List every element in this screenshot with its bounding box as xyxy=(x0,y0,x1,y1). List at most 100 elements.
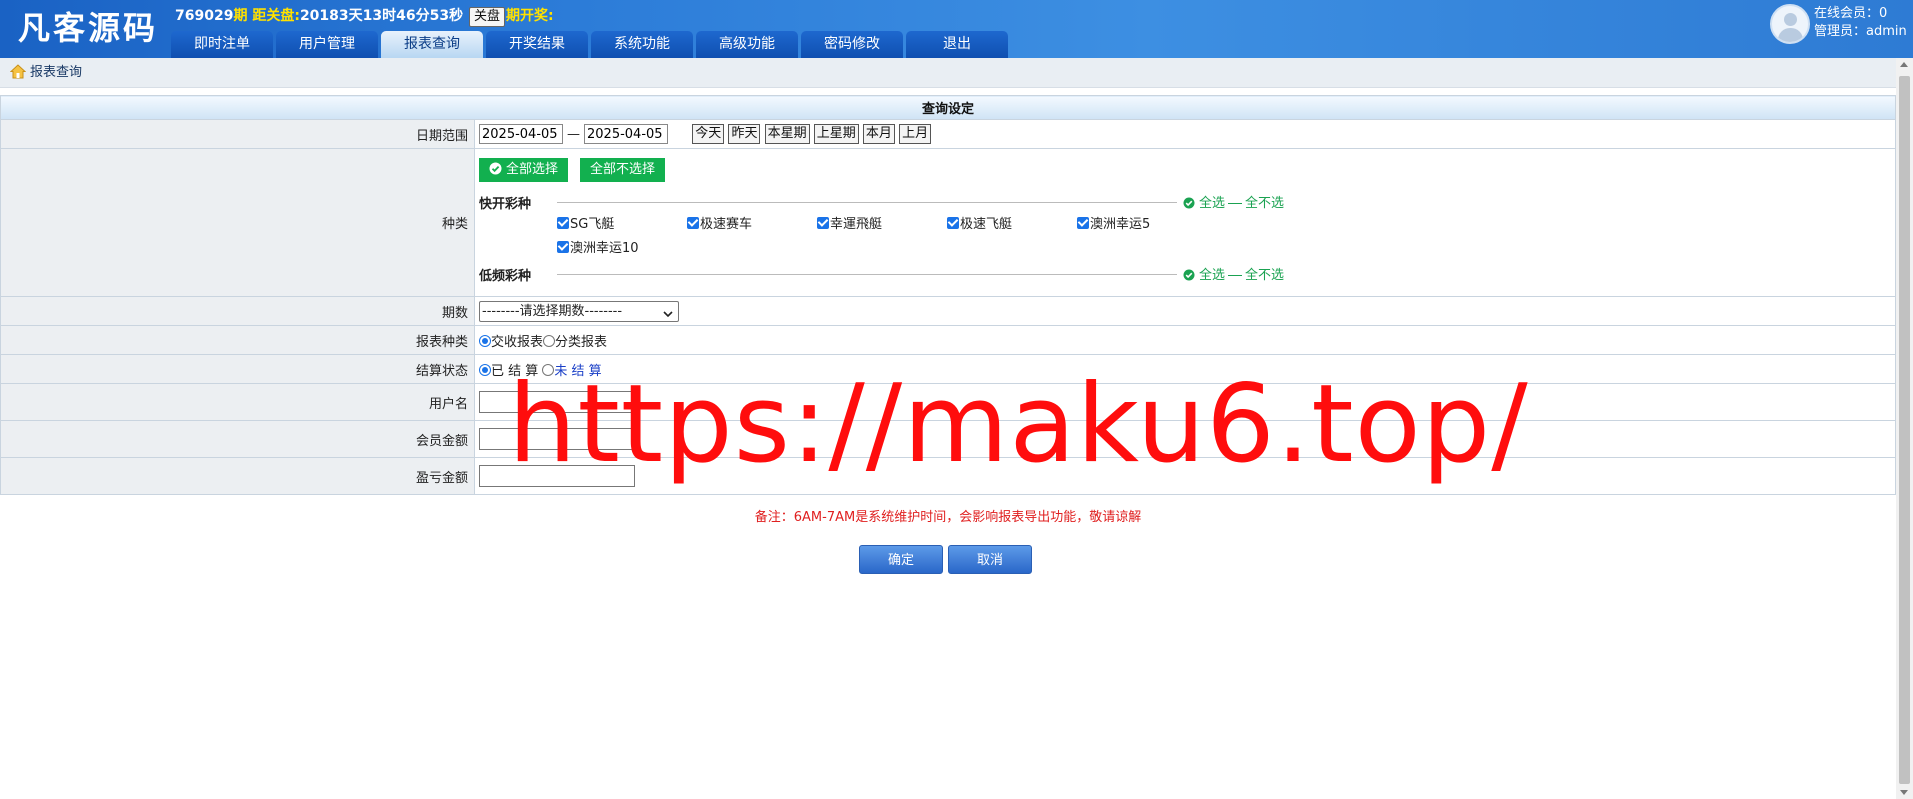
yesterday-button[interactable]: 昨天 xyxy=(728,124,761,144)
select-none-button[interactable]: 全部不选择 xyxy=(580,157,666,182)
period-label: 期数 xyxy=(0,296,475,326)
username-label: 用户名 xyxy=(0,383,475,421)
group-fast-lottery: 快开彩种 全选 全不选 xyxy=(479,192,1895,214)
this-month-button[interactable]: 本月 xyxy=(862,124,895,144)
tab-draw-results[interactable]: 开奖结果 xyxy=(486,31,588,58)
watermark-url: https://maku6.top/ xyxy=(508,362,1529,487)
group-select-none-link[interactable]: 全不选 xyxy=(1245,196,1284,211)
category-label: 种类 xyxy=(0,148,475,297)
checkbox[interactable] xyxy=(947,216,959,229)
period-select[interactable]: --------请选择期数-------- xyxy=(479,300,679,325)
settlement-report-label[interactable]: 交收报表 xyxy=(491,335,543,350)
start-date-input[interactable] xyxy=(479,124,563,144)
period-info: 769029期 距关盘:20183天13时46分53秒 关盘 期开奖: xyxy=(175,6,554,27)
game-label: 幸運飛艇 xyxy=(830,216,883,232)
breadcrumb: 报表查询 xyxy=(0,58,1896,88)
tab-realtime-bets[interactable]: 即时注单 xyxy=(171,31,273,58)
scroll-up-icon[interactable] xyxy=(1900,62,1908,67)
row-report-type: 报表种类 交收报表 分类报表 xyxy=(0,325,1896,355)
check-circle-icon xyxy=(1183,197,1195,213)
group-select-all-link[interactable]: 全选 xyxy=(1199,196,1225,211)
game-label: SG飞艇 xyxy=(570,216,615,232)
report-type-label: 报表种类 xyxy=(0,325,475,355)
game-checkbox-item[interactable]: 幸運飛艇 xyxy=(817,214,947,235)
radio-settlement-report[interactable] xyxy=(479,334,491,347)
main-nav: 即时注单 用户管理 报表查询 开奖结果 系统功能 高级功能 密码修改 退出 xyxy=(171,31,1008,58)
draw-label: 期开奖: xyxy=(505,8,554,24)
checkbox[interactable] xyxy=(557,216,569,229)
cancel-button[interactable]: 取消 xyxy=(948,545,1032,574)
tab-report-query[interactable]: 报表查询 xyxy=(381,31,483,58)
last-month-button[interactable]: 上月 xyxy=(899,124,932,144)
breadcrumb-label[interactable]: 报表查询 xyxy=(30,65,82,80)
radio-category-report[interactable] xyxy=(543,334,556,347)
tab-system-functions[interactable]: 系统功能 xyxy=(591,31,693,58)
tab-advanced-functions[interactable]: 高级功能 xyxy=(696,31,798,58)
profit-amount-label: 盈亏金额 xyxy=(0,457,475,495)
check-circle-icon xyxy=(489,160,502,184)
game-checkbox-item[interactable]: 极速赛车 xyxy=(687,214,817,235)
category-report-label[interactable]: 分类报表 xyxy=(555,335,607,350)
this-week-button[interactable]: 本星期 xyxy=(764,124,810,144)
tab-user-management[interactable]: 用户管理 xyxy=(276,31,378,58)
avatar-icon xyxy=(1770,4,1810,44)
group-title: 低频彩种 xyxy=(479,269,532,284)
date-range-label: 日期范围 xyxy=(0,119,475,149)
row-date-range: 日期范围 — 今天 昨天 本星期 上星期 本月 上月 xyxy=(0,119,1896,149)
site-logo: 凡客源码 xyxy=(18,9,159,47)
last-week-button[interactable]: 上星期 xyxy=(813,124,859,144)
group-title: 快开彩种 xyxy=(479,197,532,212)
check-circle-icon xyxy=(1183,269,1195,285)
group-select-all-link[interactable]: 全选 xyxy=(1199,268,1225,283)
today-button[interactable]: 今天 xyxy=(692,124,725,144)
chevron-down-icon xyxy=(663,306,673,325)
vertical-scrollbar[interactable] xyxy=(1896,58,1913,799)
close-market-button[interactable]: 关盘 xyxy=(468,7,505,27)
period-suffix: 期 xyxy=(233,8,248,24)
group-divider xyxy=(557,274,1177,275)
game-list: SG飞艇 极速赛车 幸運飛艇 极速飞艇 澳洲幸运5 澳洲幸运10 xyxy=(479,214,1895,259)
online-members: 在线会员：0 xyxy=(1814,6,1888,21)
group-low-frequency: 低频彩种 全选 全不选 xyxy=(479,264,1895,286)
checkbox[interactable] xyxy=(817,216,829,229)
game-checkbox-item[interactable]: SG飞艇 xyxy=(557,214,687,235)
section-title: 查询设定 xyxy=(0,95,1896,120)
game-checkbox-item[interactable]: 澳洲幸运5 xyxy=(1077,214,1207,235)
countdown-label: 距关盘: xyxy=(252,8,300,24)
home-icon xyxy=(9,61,27,91)
game-label: 极速赛车 xyxy=(700,216,753,232)
row-period: 期数 --------请选择期数-------- xyxy=(0,296,1896,326)
user-info: 在线会员：0 管理员：admin xyxy=(1814,5,1907,41)
section-header: 查询设定 xyxy=(0,95,1896,120)
row-category: 种类 全部选择 全部不选择 快开彩种 全选 全不选 SG飞艇 极速赛车 幸運飛艇 极… xyxy=(0,148,1896,297)
top-header: 凡客源码 769029期 距关盘:20183天13时46分53秒 关盘 期开奖: … xyxy=(0,0,1913,58)
checkbox[interactable] xyxy=(1077,216,1089,229)
maintenance-note: 备注：6AM-7AM是系统维护时间，会影响报表导出功能，敬请谅解 xyxy=(754,510,1142,525)
select-all-button[interactable]: 全部选择 xyxy=(479,157,569,184)
confirm-button[interactable]: 确定 xyxy=(859,545,943,574)
checkbox[interactable] xyxy=(687,216,699,229)
scroll-down-icon[interactable] xyxy=(1900,790,1908,795)
select-all-label: 全部选择 xyxy=(506,161,559,177)
game-label: 澳洲幸运10 xyxy=(570,240,639,256)
tab-change-password[interactable]: 密码修改 xyxy=(801,31,903,58)
form-actions: 确定 取消 xyxy=(859,545,1032,574)
admin-name: 管理员：admin xyxy=(1814,24,1907,39)
game-checkbox-item[interactable]: 澳洲幸运10 xyxy=(557,238,687,259)
settle-status-label: 结算状态 xyxy=(0,354,475,384)
scrollbar-thumb[interactable] xyxy=(1899,76,1910,784)
checkbox[interactable] xyxy=(557,240,569,253)
game-checkbox-item[interactable]: 极速飞艇 xyxy=(947,214,1077,235)
game-label: 极速飞艇 xyxy=(960,216,1013,232)
radio-settled[interactable] xyxy=(479,363,491,376)
period-number: 769029 xyxy=(175,8,234,24)
game-label: 澳洲幸运5 xyxy=(1090,216,1151,232)
end-date-input[interactable] xyxy=(584,124,668,144)
group-select-none-link[interactable]: 全不选 xyxy=(1245,268,1284,283)
member-amount-label: 会员金额 xyxy=(0,420,475,458)
date-separator: — xyxy=(567,126,580,142)
tab-logout[interactable]: 退出 xyxy=(906,31,1008,58)
countdown-value: 20183天13时46分53秒 xyxy=(299,8,464,24)
period-select-value: --------请选择期数-------- xyxy=(482,303,623,319)
group-divider xyxy=(557,202,1177,203)
